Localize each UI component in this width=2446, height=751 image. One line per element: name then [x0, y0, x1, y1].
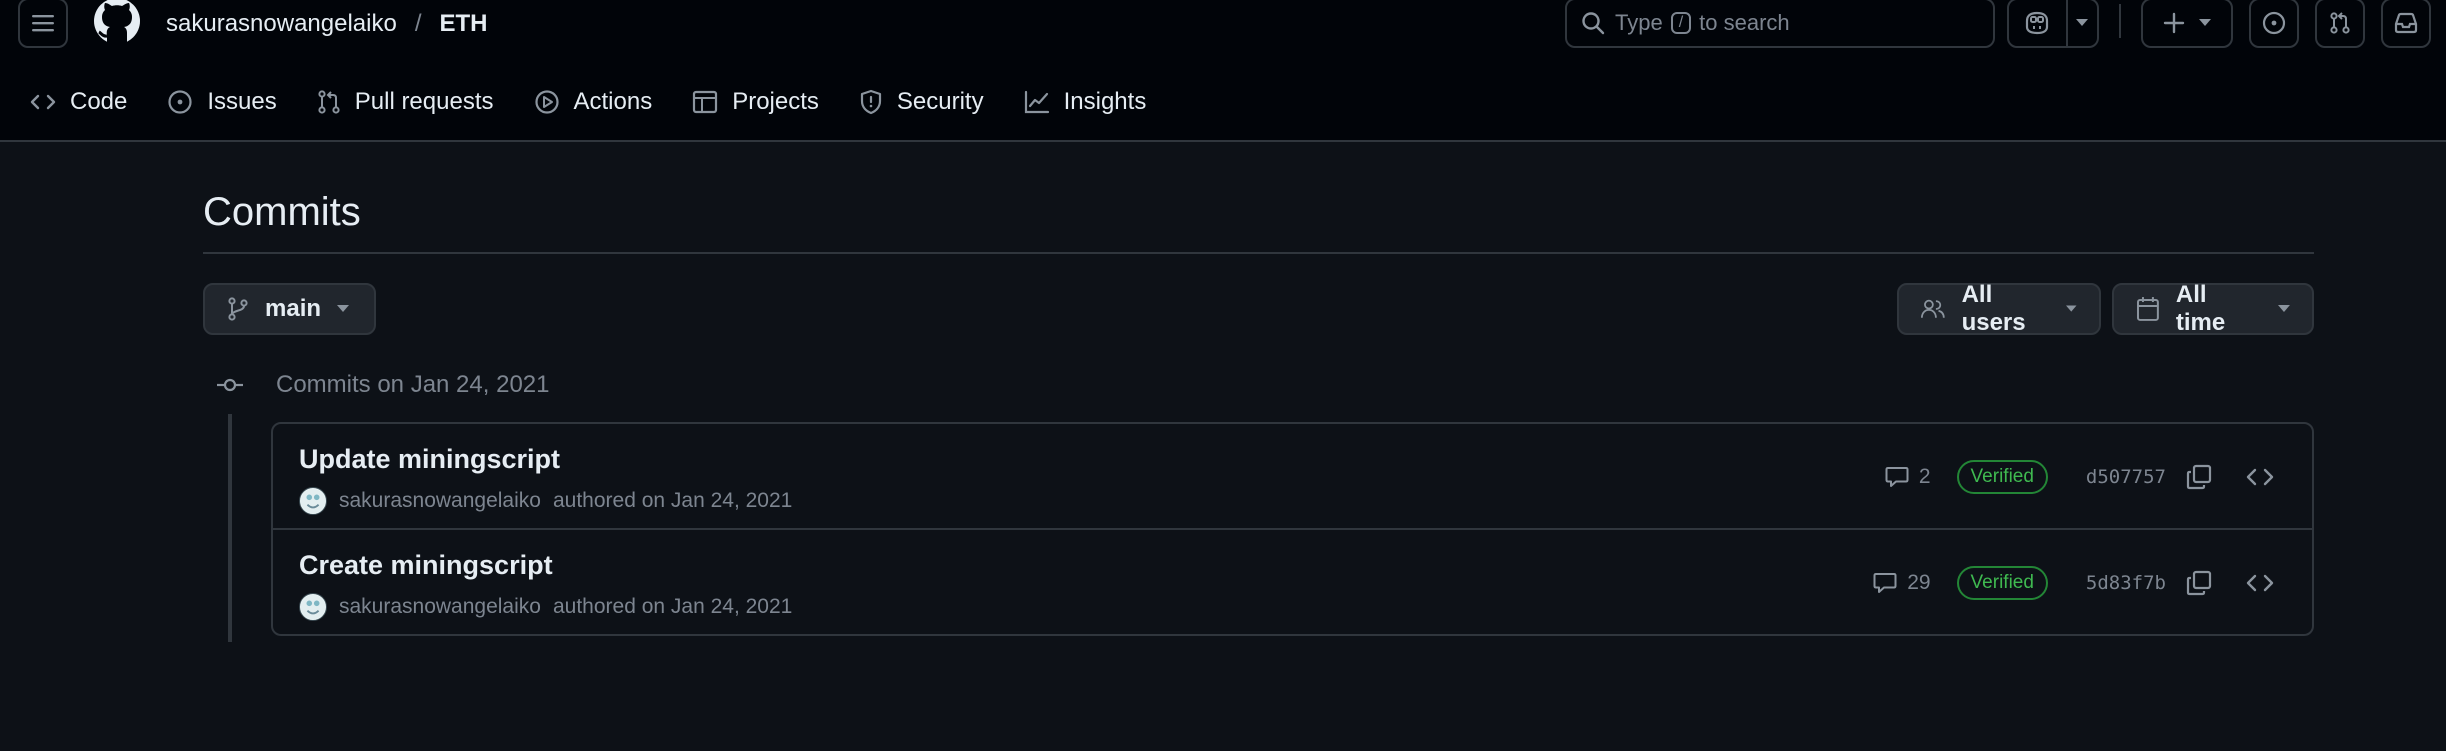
repo-header: sakurasnowangelaiko / ETH Type / to sear… — [0, 0, 2446, 142]
git-pull-request-icon — [318, 90, 340, 114]
calendar-icon — [2136, 297, 2159, 321]
commit-row: Update miningscript sakurasnowangelaiko … — [273, 424, 2312, 530]
commit-author[interactable]: sakurasnowangelaiko — [339, 489, 541, 513]
commit-title-link[interactable]: Create miningscript — [299, 550, 553, 581]
tab-security[interactable]: Security — [859, 88, 984, 116]
copilot-dropdown-button[interactable] — [2065, 0, 2097, 46]
tab-label: Code — [70, 88, 128, 115]
copilot-icon — [2026, 11, 2049, 35]
comments-count-value: 29 — [1907, 571, 1931, 594]
time-filter-label: All time — [2175, 281, 2226, 336]
git-commit-icon — [217, 378, 243, 392]
chevron-down-icon — [2199, 19, 2211, 26]
branch-name: main — [265, 295, 322, 322]
people-icon — [1921, 299, 1945, 318]
commit-meta: sakurasnowangelaiko authored on Jan 24, … — [299, 592, 792, 622]
tab-code[interactable]: Code — [30, 88, 127, 116]
your-pull-requests-button[interactable] — [2315, 0, 2365, 48]
tab-pull-requests[interactable]: Pull requests — [317, 88, 494, 116]
users-filter-button[interactable]: All users — [1897, 281, 2101, 336]
comment-icon — [1885, 467, 1909, 487]
commit-row: Create miningscript sakurasnowangelaiko … — [273, 530, 2312, 636]
verified-badge[interactable]: Verified — [1956, 566, 2048, 600]
comments-count[interactable]: 29 — [1873, 571, 1931, 595]
timeline-line — [228, 414, 232, 642]
commit-title-link[interactable]: Update miningscript — [299, 444, 560, 475]
tab-label: Actions — [573, 88, 653, 115]
commit-list: Update miningscript sakurasnowangelaiko … — [271, 422, 2314, 636]
commit-meta: sakurasnowangelaiko authored on Jan 24, … — [299, 486, 792, 516]
title-divider — [203, 252, 2314, 254]
search-input[interactable]: Type / to search — [1565, 0, 1995, 48]
verified-badge[interactable]: Verified — [1956, 460, 2048, 494]
chevron-down-icon — [2278, 305, 2290, 312]
github-logo-icon[interactable] — [92, 0, 142, 46]
browse-code-icon[interactable] — [2246, 573, 2274, 593]
header-divider — [2119, 4, 2121, 38]
copy-icon[interactable] — [2186, 464, 2212, 490]
hamburger-icon — [32, 15, 54, 32]
comments-count[interactable]: 2 — [1885, 465, 1931, 489]
commit-group-header: Commits on Jan 24, 2021 — [216, 368, 549, 402]
chevron-down-icon — [337, 305, 350, 312]
shield-icon — [860, 89, 882, 115]
branch-select-button[interactable]: main — [203, 283, 376, 335]
breadcrumb: sakurasnowangelaiko / ETH — [166, 8, 487, 40]
tab-label: Insights — [1063, 88, 1147, 115]
copy-icon[interactable] — [2186, 570, 2212, 596]
browse-code-icon[interactable] — [2246, 467, 2274, 487]
plus-icon — [2163, 12, 2185, 34]
page-title: Commits — [203, 190, 361, 234]
avatar[interactable] — [299, 593, 327, 621]
users-filter-label: All users — [1961, 281, 2026, 336]
repo-nav-tabs: Code Issues Pull requests Actions Projec… — [30, 80, 1186, 124]
create-new-button[interactable] — [2141, 0, 2233, 48]
search-placeholder-prefix: Type — [1615, 10, 1663, 35]
search-placeholder-suffix: to search — [1699, 10, 1790, 35]
copilot-button[interactable] — [2009, 0, 2066, 46]
commit-group-date: Commits on Jan 24, 2021 — [276, 371, 550, 398]
tab-label: Projects — [732, 88, 819, 115]
commit-actions: 2 Verified d507757 — [1885, 458, 2274, 496]
your-issues-button[interactable] — [2249, 0, 2299, 48]
inbox-icon — [2394, 12, 2418, 34]
tab-label: Issues — [207, 88, 277, 115]
git-pull-request-icon — [2330, 12, 2350, 34]
issue-opened-icon — [168, 90, 192, 114]
search-shortcut-key: / — [1670, 12, 1692, 34]
tab-insights[interactable]: Insights — [1024, 88, 1147, 116]
commit-date: authored on Jan 24, 2021 — [552, 595, 793, 618]
chevron-down-icon — [2066, 305, 2078, 312]
menu-button[interactable] — [18, 0, 68, 48]
avatar[interactable] — [299, 487, 327, 515]
tab-issues[interactable]: Issues — [167, 88, 277, 116]
commit-sha-link[interactable]: 5d83f7b — [2086, 572, 2166, 594]
code-icon — [30, 94, 56, 110]
graph-icon — [1024, 90, 1049, 114]
breadcrumb-owner[interactable]: sakurasnowangelaiko — [166, 10, 397, 38]
play-icon — [534, 90, 559, 114]
commit-sha-link[interactable]: d507757 — [2086, 466, 2166, 488]
comment-icon — [1873, 573, 1897, 593]
tab-projects[interactable]: Projects — [692, 88, 819, 116]
tab-label: Security — [896, 88, 984, 115]
tab-label: Pull requests — [354, 88, 494, 115]
commit-author[interactable]: sakurasnowangelaiko — [339, 595, 541, 619]
time-filter-button[interactable]: All time — [2112, 281, 2314, 336]
top-bar: sakurasnowangelaiko / ETH Type / to sear… — [0, 0, 2446, 50]
commit-date: authored on Jan 24, 2021 — [552, 489, 793, 512]
search-icon — [1582, 12, 1605, 35]
breadcrumb-separator: / — [414, 10, 422, 37]
commit-actions: 29 Verified 5d83f7b — [1873, 564, 2274, 602]
copilot-button-group — [2007, 0, 2099, 48]
comments-count-value: 2 — [1918, 465, 1931, 488]
inbox-button[interactable] — [2381, 0, 2431, 48]
table-icon — [693, 90, 718, 114]
issue-opened-icon — [2262, 11, 2286, 35]
chevron-down-icon — [2076, 19, 2089, 26]
tab-actions[interactable]: Actions — [534, 88, 653, 116]
git-branch-icon — [228, 297, 248, 321]
breadcrumb-repo[interactable]: ETH — [439, 10, 487, 38]
